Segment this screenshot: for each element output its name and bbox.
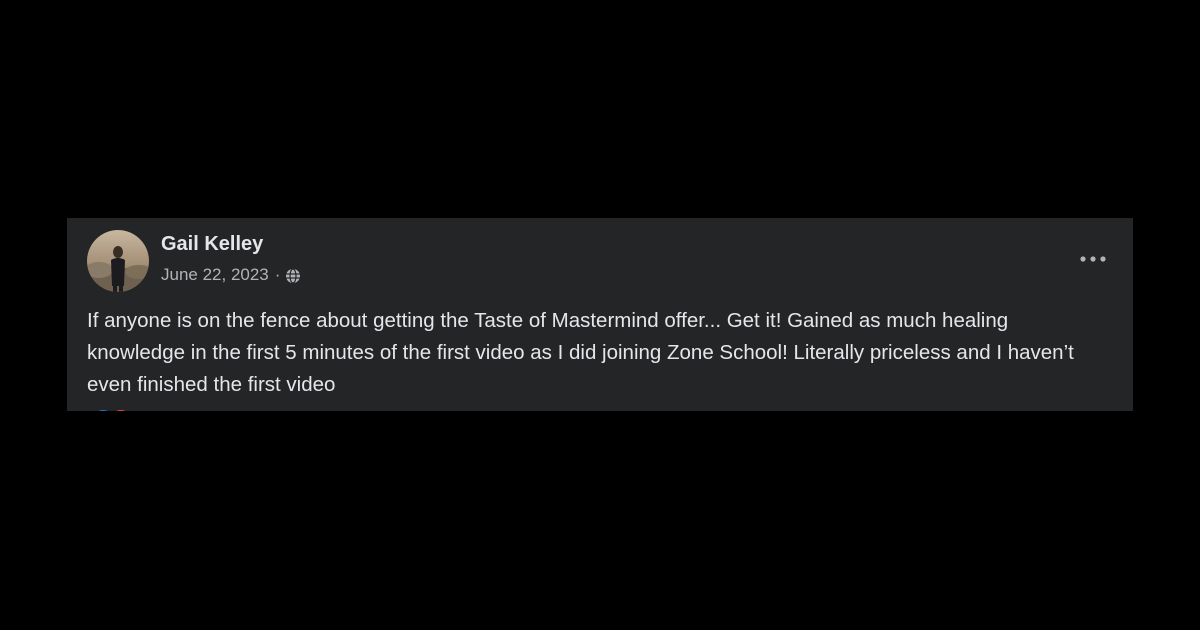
post-date[interactable]: June 22, 2023 bbox=[161, 264, 269, 286]
meta-separator: · bbox=[274, 265, 281, 284]
post-card: Gail Kelley June 22, 2023 · If anyone is… bbox=[67, 218, 1133, 411]
globe-icon bbox=[285, 268, 301, 284]
post-meta: June 22, 2023 · bbox=[161, 264, 301, 286]
more-options-icon bbox=[1080, 256, 1106, 262]
post-body-text: If anyone is on the fence about getting … bbox=[87, 309, 1074, 396]
author-avatar[interactable] bbox=[87, 230, 149, 292]
author-name[interactable]: Gail Kelley bbox=[161, 231, 263, 257]
reaction-summary[interactable] bbox=[91, 408, 133, 411]
avatar-photo bbox=[87, 230, 149, 292]
more-options-button[interactable] bbox=[1073, 244, 1113, 274]
love-icon bbox=[109, 408, 133, 411]
like-icon bbox=[91, 408, 115, 411]
